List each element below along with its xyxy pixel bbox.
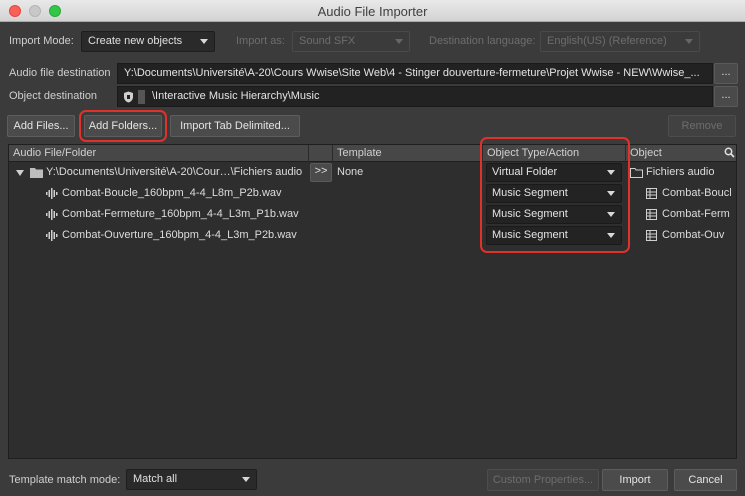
folder-type-select[interactable]: Virtual Folder <box>486 163 622 182</box>
custom-properties-button[interactable]: Custom Properties... <box>487 469 599 491</box>
remove-button[interactable]: Remove <box>668 115 736 137</box>
title-bar: Audio File Importer <box>0 0 745 22</box>
destination-language-label: Destination language: <box>429 35 536 47</box>
object-type-value: Music Segment <box>492 229 568 241</box>
column-template[interactable]: Template <box>333 145 483 162</box>
column-apply <box>309 145 333 162</box>
chevron-down-icon <box>242 477 250 482</box>
audio-destination-label: Audio file destination <box>9 67 111 79</box>
music-segment-icon <box>646 230 657 241</box>
object-type-value: Music Segment <box>492 187 568 199</box>
window-title: Audio File Importer <box>317 4 428 19</box>
chevron-down-icon <box>607 233 615 238</box>
audio-file-name: Combat-Boucle_160bpm_4-4_L8m_P2b.wav <box>62 187 282 199</box>
add-folders-button[interactable]: Add Folders... <box>84 115 162 137</box>
object-type-value: Music Segment <box>492 208 568 220</box>
table-row[interactable]: Combat-Boucle_160bpm_4-4_L8m_P2b.wav Mus… <box>9 183 736 204</box>
object-type-select[interactable]: Music Segment <box>486 205 622 224</box>
music-segment-icon <box>646 188 657 199</box>
template-match-value: Match all <box>133 473 178 485</box>
object-type-select[interactable]: Music Segment <box>486 184 622 203</box>
table-row[interactable]: Combat-Ouverture_160bpm_4-4_L3m_P2b.wav … <box>9 225 736 246</box>
object-path-color-swatch <box>138 90 145 104</box>
audio-destination-field[interactable]: Y:\Documents\Université\A-20\Cours Wwise… <box>117 63 713 84</box>
object-name: Combat-Ferm <box>662 208 730 220</box>
import-as-value: Sound SFX <box>299 35 356 47</box>
waveform-icon <box>46 230 58 241</box>
import-button[interactable]: Import <box>602 469 668 491</box>
table-row[interactable]: Combat-Fermeture_160bpm_4-4_L3m_P1b.wav … <box>9 204 736 225</box>
table-header: Audio File/Folder Template Object Type/A… <box>9 145 736 162</box>
import-as-select[interactable]: Sound SFX <box>292 31 410 52</box>
chevron-down-icon <box>607 170 615 175</box>
chevron-down-icon <box>395 39 403 44</box>
import-mode-select[interactable]: Create new objects <box>81 31 215 52</box>
object-name: Combat-Boucl <box>662 187 732 199</box>
destination-language-select[interactable]: English(US) (Reference) <box>540 31 700 52</box>
object-type-select[interactable]: Music Segment <box>486 226 622 245</box>
expand-triangle-icon[interactable] <box>16 170 24 176</box>
audio-file-name: Combat-Fermeture_160bpm_4-4_L3m_P1b.wav <box>62 208 299 220</box>
folder-template[interactable]: None <box>337 162 477 183</box>
object-destination-field[interactable]: \Interactive Music Hierarchy\Music <box>117 86 713 107</box>
object-destination-browse-button[interactable]: ... <box>714 86 738 107</box>
object-destination-label: Object destination <box>9 90 98 102</box>
chevron-down-icon <box>607 212 615 217</box>
import-as-label: Import as: <box>236 35 285 47</box>
table-search-button[interactable] <box>721 145 736 162</box>
apply-template-button[interactable]: >> <box>310 163 332 182</box>
search-icon <box>724 147 735 158</box>
import-table: Audio File/Folder Template Object Type/A… <box>8 144 737 459</box>
chevron-down-icon <box>685 39 693 44</box>
chevron-down-icon <box>200 39 208 44</box>
object-name: Combat-Ouv <box>662 229 725 241</box>
audio-file-name: Combat-Ouverture_160bpm_4-4_L3m_P2b.wav <box>62 229 297 241</box>
cancel-button[interactable]: Cancel <box>674 469 737 491</box>
music-segment-icon <box>646 209 657 220</box>
import-tab-delimited-button[interactable]: Import Tab Delimited... <box>170 115 300 137</box>
import-mode-label: Import Mode: <box>9 35 74 47</box>
object-destination-value: \Interactive Music Hierarchy\Music <box>152 90 320 102</box>
waveform-icon <box>46 209 58 220</box>
column-object-type[interactable]: Object Type/Action <box>483 145 626 162</box>
audio-destination-browse-button[interactable]: ... <box>714 63 738 84</box>
column-audio-file[interactable]: Audio File/Folder <box>9 145 309 162</box>
folder-type-value: Virtual Folder <box>492 166 558 178</box>
column-object[interactable]: Object <box>626 145 721 162</box>
waveform-icon <box>46 188 58 199</box>
virtual-folder-icon <box>630 167 643 178</box>
template-match-select[interactable]: Match all <box>126 469 257 490</box>
add-files-button[interactable]: Add Files... <box>7 115 75 137</box>
chevron-down-icon <box>607 191 615 196</box>
folder-object-name: Fichiers audio <box>646 166 715 178</box>
folder-path: Y:\Documents\Université\A-20\Cour…\Fichi… <box>46 166 303 178</box>
destination-language-value: English(US) (Reference) <box>547 35 667 47</box>
template-match-label: Template match mode: <box>9 474 121 486</box>
folder-icon <box>30 167 43 178</box>
table-row-folder[interactable]: Y:\Documents\Université\A-20\Cour…\Fichi… <box>9 162 736 183</box>
import-mode-value: Create new objects <box>88 35 183 47</box>
shield-icon <box>123 91 134 103</box>
